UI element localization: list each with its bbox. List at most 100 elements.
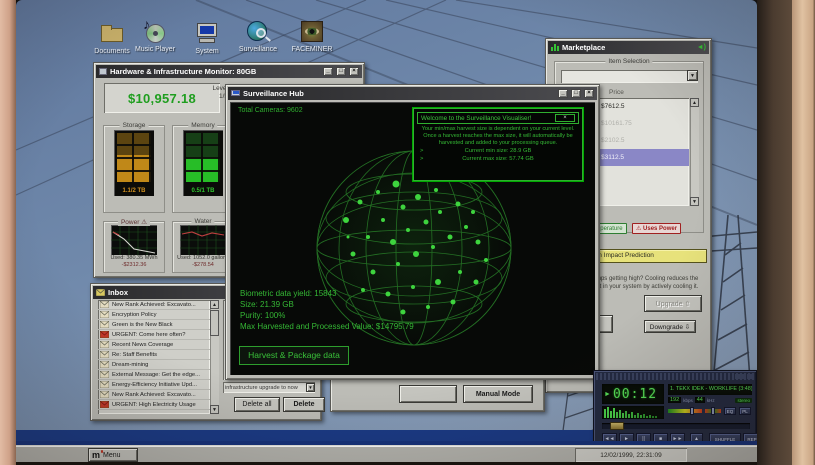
balance-slider[interactable] [705,409,721,413]
water-used: Used: 1052.0 gallons [173,255,233,262]
surveillance-hub-window: Surveillance Hub _ □ × Total Cameras: 96… [225,84,600,380]
taskbar-clock: 12/02/1999, 22:31:09 [575,448,687,462]
folder-icon [99,20,125,46]
desktop-icon-music-player[interactable]: ♪ Music Player [128,18,182,53]
list-item[interactable]: Re: Staff Benefits [98,350,210,360]
envelope-icon [100,351,109,358]
maximize-icon[interactable]: □ [336,67,346,76]
seek-thumb[interactable] [610,422,624,430]
mixer-row: EQ PL [668,407,752,415]
list-item[interactable]: External Message: Get the edge... [98,370,210,380]
storage-gauge-group: Storage 1.1/2 TB [103,125,165,213]
list-item[interactable]: Energy-Efficiency Initiative Upd... [98,380,210,390]
envelope-icon [100,301,109,308]
play-indicator-icon: ► [604,391,611,398]
monitor-titlebar[interactable]: Hardware & Infrastructure Monitor: 80GB … [96,65,362,78]
downgrade-button[interactable]: Downgrade ⇩ [644,320,696,333]
sound-icon[interactable]: ◄) [697,44,706,51]
bezel-right-light [792,0,815,465]
desktop-icon-surveillance[interactable]: Surveillance [231,18,285,53]
dialog-titlebar: Welcome to the Surveillance Visualiser! … [417,112,579,124]
bezel-right-dark [757,0,792,465]
player-shade-icon[interactable] [741,374,746,379]
scroll-up-icon[interactable]: ▲ [210,300,219,309]
maximize-icon[interactable]: □ [571,89,581,98]
icon-label: System [180,48,234,55]
list-item[interactable]: New Rank Achieved: Excavato... [98,300,210,310]
close-icon[interactable]: × [349,67,359,76]
bitrate-value: 192 [668,397,681,403]
marketplace-scrollbar[interactable]: ▲ ▼ [690,98,699,206]
inbox-title: Inbox [108,288,128,297]
scroll-thumb[interactable] [210,310,219,336]
bezel-left [0,0,16,465]
disabled-mode-button[interactable] [399,385,457,403]
water-cost: -$278.54 [173,262,233,269]
list-item[interactable]: Encryption Policy [98,310,210,320]
eye-image-icon [299,18,325,44]
player-titlebar[interactable] [596,373,754,380]
globe-magnifier-icon [245,18,271,44]
scroll-down-icon[interactable]: ▼ [306,383,315,392]
dialog-close-icon[interactable]: × [555,114,575,122]
seek-bar[interactable] [602,423,750,429]
inbox-body-scroller[interactable]: infrastructure upgrade to now ▼ [223,382,315,393]
icon-label: FACEMINER [285,46,339,53]
envelope-icon [100,361,109,368]
desktop-icon-system[interactable]: System [180,20,234,55]
inbox-scrollbar[interactable]: ▲ ▼ [210,300,219,414]
power-meter-group: Power ⚠ Used: 380.35 MWh -$2312.36 [103,221,165,273]
manual-mode-button[interactable]: Manual Mode [463,385,533,403]
stereo-indicator: stereo [735,398,752,403]
list-item[interactable]: Recent News Coverage [98,340,210,350]
scroll-down-icon[interactable]: ▼ [690,197,699,206]
uses-power-badge: ⚠ Uses Power [632,223,681,234]
delete-all-button[interactable]: Delete all [234,397,280,412]
minimize-icon[interactable]: _ [558,89,568,98]
menu-button[interactable]: m Menu [88,448,138,462]
item-selection-label: Item Selection [605,58,652,65]
crt-screen: Documents ♪ Music Player System Surveill… [0,0,815,465]
chevron-down-icon[interactable]: ▼ [687,70,698,81]
power-graph [111,225,157,255]
computer-icon [194,20,220,46]
time-display: ► 00:12 [602,384,664,404]
chart-icon [551,44,559,51]
track-title-marquee: 1. TEKX IDEK - WORKLIFE (3:48) [668,384,752,395]
scroll-down-icon[interactable]: ▼ [210,405,219,414]
list-item[interactable]: Dream-mining [98,360,210,370]
harvest-package-button[interactable]: Harvest & Package data [239,346,349,365]
level-indicator: Level 1/5 [198,85,228,101]
power-used: Used: 380.35 MWh [104,255,164,262]
minimize-icon[interactable]: _ [323,67,333,76]
surveillance-canvas: Total Cameras: 9602 [230,102,595,375]
player-close-icon[interactable] [747,374,752,379]
close-icon[interactable]: × [584,89,594,98]
playlist-button[interactable]: PL [739,407,751,415]
desktop-icon-faceminer[interactable]: FACEMINER [285,18,339,53]
icon-label: Music Player [128,46,182,53]
delete-button[interactable]: Delete [283,397,325,412]
hub-title: Surveillance Hub [243,89,304,98]
dialog-min-size: >Current min size: 28.9 GB [414,147,582,155]
volume-slider[interactable] [668,409,702,413]
dialog-title: Welcome to the Surveillance Visualiser! [421,115,555,122]
urgent-envelope-icon [100,401,109,408]
list-item-urgent[interactable]: URGENT: Come here often? [98,330,210,340]
list-item[interactable]: New Rank Achieved: Excavato... [98,390,210,400]
player-minimize-icon[interactable] [735,374,740,379]
dialog-body: Your min/max harvest size is dependent o… [419,126,577,147]
hub-titlebar[interactable]: Surveillance Hub _ □ × [228,87,597,100]
list-item-urgent[interactable]: URGENT: High Electricity Usage [98,400,210,410]
eq-button[interactable]: EQ [724,407,736,415]
marketplace-titlebar[interactable]: Marketplace ◄) [548,41,709,54]
biometric-stats: Biometric data yield: 15843 Size: 21.39 … [240,288,414,332]
list-item[interactable]: Green is the New Black [98,320,210,330]
item-select-dropdown[interactable]: ▼ [561,70,698,83]
upgrade-button[interactable]: Upgrade ⇧ [644,295,702,312]
scroll-up-icon[interactable]: ▲ [690,98,699,107]
inbox-message-list[interactable]: New Rank Achieved: Excavato... Encryptio… [98,300,210,414]
storage-value: 1.1/2 TB [114,188,154,194]
urgent-envelope-icon [100,331,109,338]
power-cost: -$2312.36 [104,262,164,269]
